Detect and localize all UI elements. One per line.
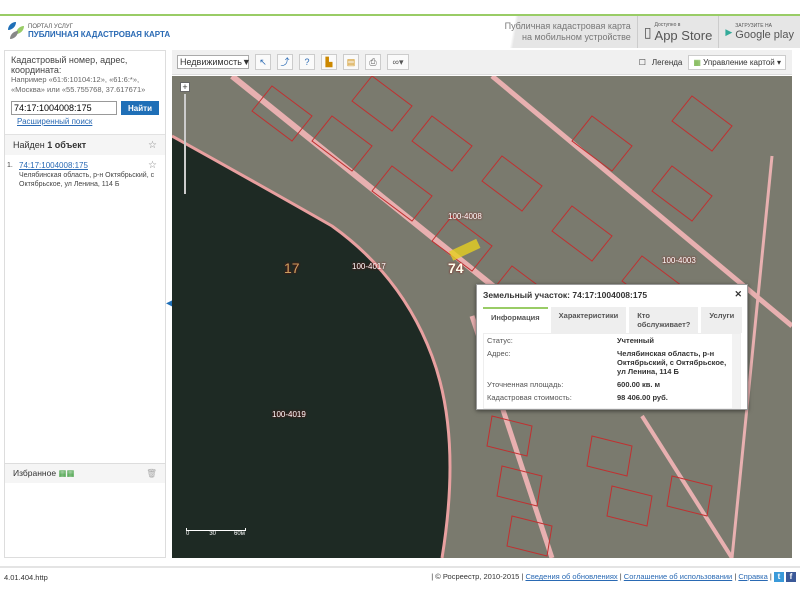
area-label: Уточненная площадь: bbox=[487, 380, 564, 389]
scale-30: 30 bbox=[209, 531, 217, 537]
search-hint-2: «Москва» или «55.755768, 37.617671» bbox=[11, 85, 146, 94]
tab-who-serves[interactable]: Кто обслуживает? bbox=[629, 307, 699, 333]
result-number: 1. bbox=[7, 162, 13, 169]
facebook-icon[interactable]: f bbox=[786, 572, 796, 582]
play-icon: ▶ bbox=[725, 26, 733, 37]
export-icon[interactable]: ▦▦ bbox=[58, 468, 74, 478]
map-label: 100-4019 bbox=[272, 410, 306, 419]
layer-select[interactable]: Недвижимость ▼ bbox=[177, 55, 251, 69]
zoom-track[interactable] bbox=[184, 94, 186, 194]
footer: 4.01.404.http | © Росреестр, 2010-2015 |… bbox=[0, 566, 800, 586]
zoom-slider[interactable]: + bbox=[180, 82, 192, 202]
search-button[interactable]: Найти bbox=[121, 101, 159, 115]
twitter-icon[interactable]: t bbox=[773, 572, 784, 582]
area-value: 600.00 кв. м bbox=[617, 380, 661, 389]
zoom-in-button[interactable]: + bbox=[180, 82, 190, 92]
map-label: 74 bbox=[448, 260, 464, 276]
map-view[interactable]: 17 100-4017 100-4008 100-4003 100-4019 7… bbox=[172, 76, 792, 558]
tab-services[interactable]: Услуги bbox=[701, 307, 743, 333]
scale-bar: 0 30 60м bbox=[186, 528, 246, 537]
found-count: 1 объект bbox=[47, 140, 87, 150]
grid-icon: ▦ bbox=[693, 57, 701, 67]
star-icon[interactable]: ☆ bbox=[148, 140, 157, 151]
scale-60: 60м bbox=[234, 531, 245, 537]
mobile-banner: Публичная кадастровая карта на мобильном … bbox=[490, 16, 800, 48]
scale-0: 0 bbox=[186, 531, 190, 537]
info-icon[interactable]: ? bbox=[299, 54, 315, 70]
address-label: Адрес: bbox=[487, 349, 511, 358]
favorites-label: Избранное bbox=[13, 468, 57, 478]
map-label: 100-4008 bbox=[448, 212, 482, 221]
legend-checkbox[interactable]: ☐ bbox=[639, 58, 646, 67]
layer-select-value: Недвижимость bbox=[180, 57, 242, 67]
popup-content: Статус: Учтенный Адрес: Челябинская област… bbox=[483, 333, 741, 409]
advanced-search-link[interactable]: Расширенный поиск bbox=[5, 117, 165, 126]
list-item: 1. 74:17:1004008:175 ☆ Челябинская област… bbox=[5, 155, 165, 189]
tab-characteristics[interactable]: Характеристики bbox=[550, 307, 627, 333]
search-input[interactable] bbox=[11, 101, 117, 115]
googleplay-button[interactable]: ▶ ЗАГРУЗИТЕ НА Google play bbox=[718, 16, 800, 48]
header: ПОРТАЛ УСЛУГ ПУБЛИЧНАЯ КАДАСТРОВАЯ КАРТА … bbox=[0, 16, 800, 48]
map-control-label: Управление картой bbox=[703, 57, 775, 67]
result-address: Челябинская область, р-н Октябрьский, с … bbox=[19, 172, 155, 188]
version: 4.01.404.http bbox=[4, 572, 48, 582]
popup-title: Земельный участок: 74:17:1004008:175 bbox=[483, 290, 648, 300]
logo[interactable]: ПОРТАЛ УСЛУГ ПУБЛИЧНАЯ КАДАСТРОВАЯ КАРТА bbox=[8, 22, 170, 40]
star-icon[interactable]: ☆ bbox=[148, 161, 157, 171]
status-label: Статус: bbox=[487, 336, 513, 345]
favorites-bar: Избранное ▦▦ 🗑 bbox=[5, 463, 165, 483]
mobile-text-2: на мобильном устройстве bbox=[521, 32, 631, 42]
dropdown-arrow-icon: ▼ bbox=[241, 57, 251, 67]
help-link[interactable]: Справка bbox=[738, 572, 767, 581]
copyright: | © Росреестр, 2010-2015 | bbox=[431, 572, 524, 581]
map-label: 100-4003 bbox=[662, 256, 696, 265]
mobile-text-1: Публичная кадастровая карта bbox=[504, 21, 631, 31]
ruler-icon[interactable]: ▙ bbox=[321, 54, 337, 70]
map-toolbar: Недвижимость ▼ ↖ ⤴ ? ▙ ▤ ⎙ ∞▾ ☐ Легенда ▦ … bbox=[172, 50, 792, 75]
result-link[interactable]: 74:17:1004008:175 bbox=[19, 161, 88, 170]
cost-label: Кадастровая стоимость: bbox=[487, 393, 572, 402]
map-label: 100-4017 bbox=[352, 262, 386, 271]
measure-icon[interactable]: ⤴ bbox=[277, 54, 293, 70]
found-prefix: Найден bbox=[13, 140, 48, 150]
parcel-popup: Земельный участок: 74:17:1004008:175 ✕ И… bbox=[476, 284, 748, 410]
print-icon[interactable]: ⎙ bbox=[365, 54, 381, 70]
terms-link[interactable]: Соглашение об использовании bbox=[624, 572, 732, 581]
trash-icon[interactable]: 🗑 bbox=[146, 468, 157, 479]
map-control-button[interactable]: ▦ Управление картой ▾ bbox=[688, 54, 786, 70]
close-icon[interactable]: ✕ bbox=[734, 289, 742, 300]
search-hint-1: Например «61:6:10104:12», «61:6:*», bbox=[11, 75, 140, 84]
results-header: Найден 1 объект ☆ bbox=[5, 134, 165, 155]
logo-title: ПУБЛИЧНАЯ КАДАСТРОВАЯ КАРТА bbox=[28, 29, 171, 39]
appstore-label: App Store bbox=[654, 27, 713, 43]
left-panel: Кадастровый номер, адрес, координата: Нап… bbox=[4, 50, 166, 558]
layers-icon[interactable]: ▤ bbox=[343, 54, 359, 70]
address-value: Челябинская область, р-н Октябрьский, с … bbox=[617, 349, 727, 376]
phone-icon: ▯ bbox=[643, 23, 652, 40]
status-value: Учтенный bbox=[617, 336, 654, 345]
appstore-button[interactable]: ▯ Доступно в App Store bbox=[636, 16, 719, 48]
map-label: 17 bbox=[284, 260, 300, 276]
legend-label: Легенда bbox=[651, 57, 683, 67]
popup-scrollbar[interactable] bbox=[732, 334, 740, 408]
link-icon[interactable]: ∞▾ bbox=[387, 54, 409, 70]
tab-info[interactable]: Информация bbox=[483, 307, 548, 333]
identify-icon[interactable]: ↖ bbox=[255, 54, 271, 70]
gplay-label: Google play bbox=[735, 29, 794, 41]
cost-value: 98 406.00 руб. bbox=[617, 393, 668, 402]
updates-link[interactable]: Сведения об обновлениях bbox=[525, 572, 617, 581]
logo-icon bbox=[8, 22, 24, 40]
search-label: Кадастровый номер, адрес, координата: bbox=[11, 55, 128, 75]
